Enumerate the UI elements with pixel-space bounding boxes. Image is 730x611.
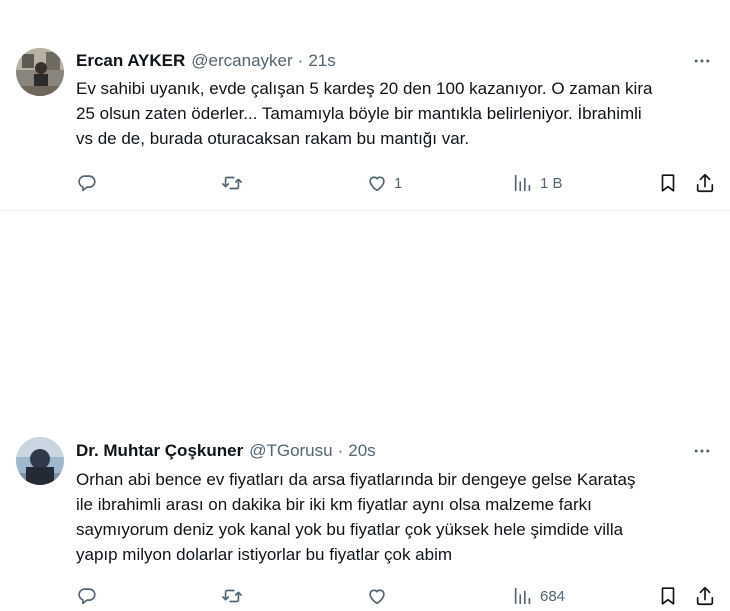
- tweet-text-line: yapıp milyon dolarlar istiyorlar bu fiya…: [76, 545, 453, 564]
- timestamp[interactable]: 20s: [348, 441, 375, 461]
- action-bar: 684: [66, 581, 720, 611]
- separator-dot: ·: [337, 441, 344, 460]
- tweet-text-line: vs de de, burada oturacaksan rakam bu ma…: [76, 129, 470, 148]
- views-button[interactable]: 1 B: [512, 168, 563, 198]
- like-button[interactable]: 1: [366, 168, 402, 198]
- like-count: 1: [394, 174, 403, 192]
- more-icon[interactable]: [688, 440, 716, 462]
- author-handle[interactable]: @ercanayker: [191, 51, 292, 71]
- repost-icon: [222, 589, 242, 603]
- tweet-text: Orhan abi bence ev fiyatları da arsa fiy…: [76, 467, 716, 567]
- tweet-header: Ercan AYKER @ercanayker · 21s: [76, 50, 336, 72]
- like-button[interactable]: [366, 581, 394, 611]
- repost-button[interactable]: [221, 581, 249, 611]
- bookmark-button[interactable]: [657, 581, 679, 611]
- tweet[interactable]: Ercan AYKER @ercanayker · 21s Ev sahibi …: [0, 0, 730, 211]
- more-icon[interactable]: [688, 50, 716, 72]
- action-bar: 1 1 B: [66, 168, 720, 198]
- views-icon: [514, 587, 531, 605]
- share-button[interactable]: [694, 581, 716, 611]
- bookmark-button[interactable]: [657, 168, 679, 198]
- share-button[interactable]: [694, 168, 716, 198]
- author-handle[interactable]: @TGorusu: [249, 441, 332, 461]
- timestamp[interactable]: 21s: [308, 51, 335, 71]
- tweet-text: Ev sahibi uyanık, evde çalışan 5 kardeş …: [76, 76, 716, 151]
- bookmark-icon: [661, 587, 675, 605]
- tweet-header: Dr. Muhtar Çoşkuner @TGorusu · 20s: [76, 440, 376, 462]
- tweet-text-line: Orhan abi bence ev fiyatları da arsa fiy…: [76, 470, 636, 489]
- reply-button[interactable]: [76, 168, 104, 198]
- tweet-text-line: ile ibrahimli arası on dakika bir iki km…: [76, 495, 592, 514]
- avatar[interactable]: [16, 48, 64, 96]
- repost-button[interactable]: [221, 168, 249, 198]
- separator-dot: ·: [297, 51, 304, 70]
- bookmark-icon: [661, 174, 675, 192]
- reply-icon: [78, 175, 96, 192]
- avatar[interactable]: [16, 437, 64, 485]
- views-button[interactable]: 684: [512, 581, 565, 611]
- share-icon: [696, 173, 714, 193]
- reply-button[interactable]: [76, 581, 104, 611]
- author-name[interactable]: Dr. Muhtar Çoşkuner: [76, 441, 243, 461]
- tweet-text-line: Ev sahibi uyanık, evde çalışan 5 kardeş …: [76, 79, 653, 98]
- views-count: 1 B: [540, 174, 563, 192]
- share-icon: [696, 586, 714, 606]
- tweet[interactable]: Dr. Muhtar Çoşkuner @TGorusu · 20s Orhan…: [0, 211, 730, 606]
- author-name[interactable]: Ercan AYKER: [76, 51, 185, 71]
- views-count: 684: [540, 587, 566, 605]
- tweet-text-line: saymıyorum deniz yok kanal yok bu fiyatl…: [76, 520, 624, 539]
- reply-icon: [78, 588, 96, 605]
- repost-icon: [222, 176, 242, 190]
- tweet-text-line: 25 olsun zaten öderler... Tamamıyla böyl…: [76, 104, 642, 123]
- heart-icon: [369, 176, 385, 192]
- views-icon: [514, 174, 531, 192]
- heart-icon: [369, 589, 385, 605]
